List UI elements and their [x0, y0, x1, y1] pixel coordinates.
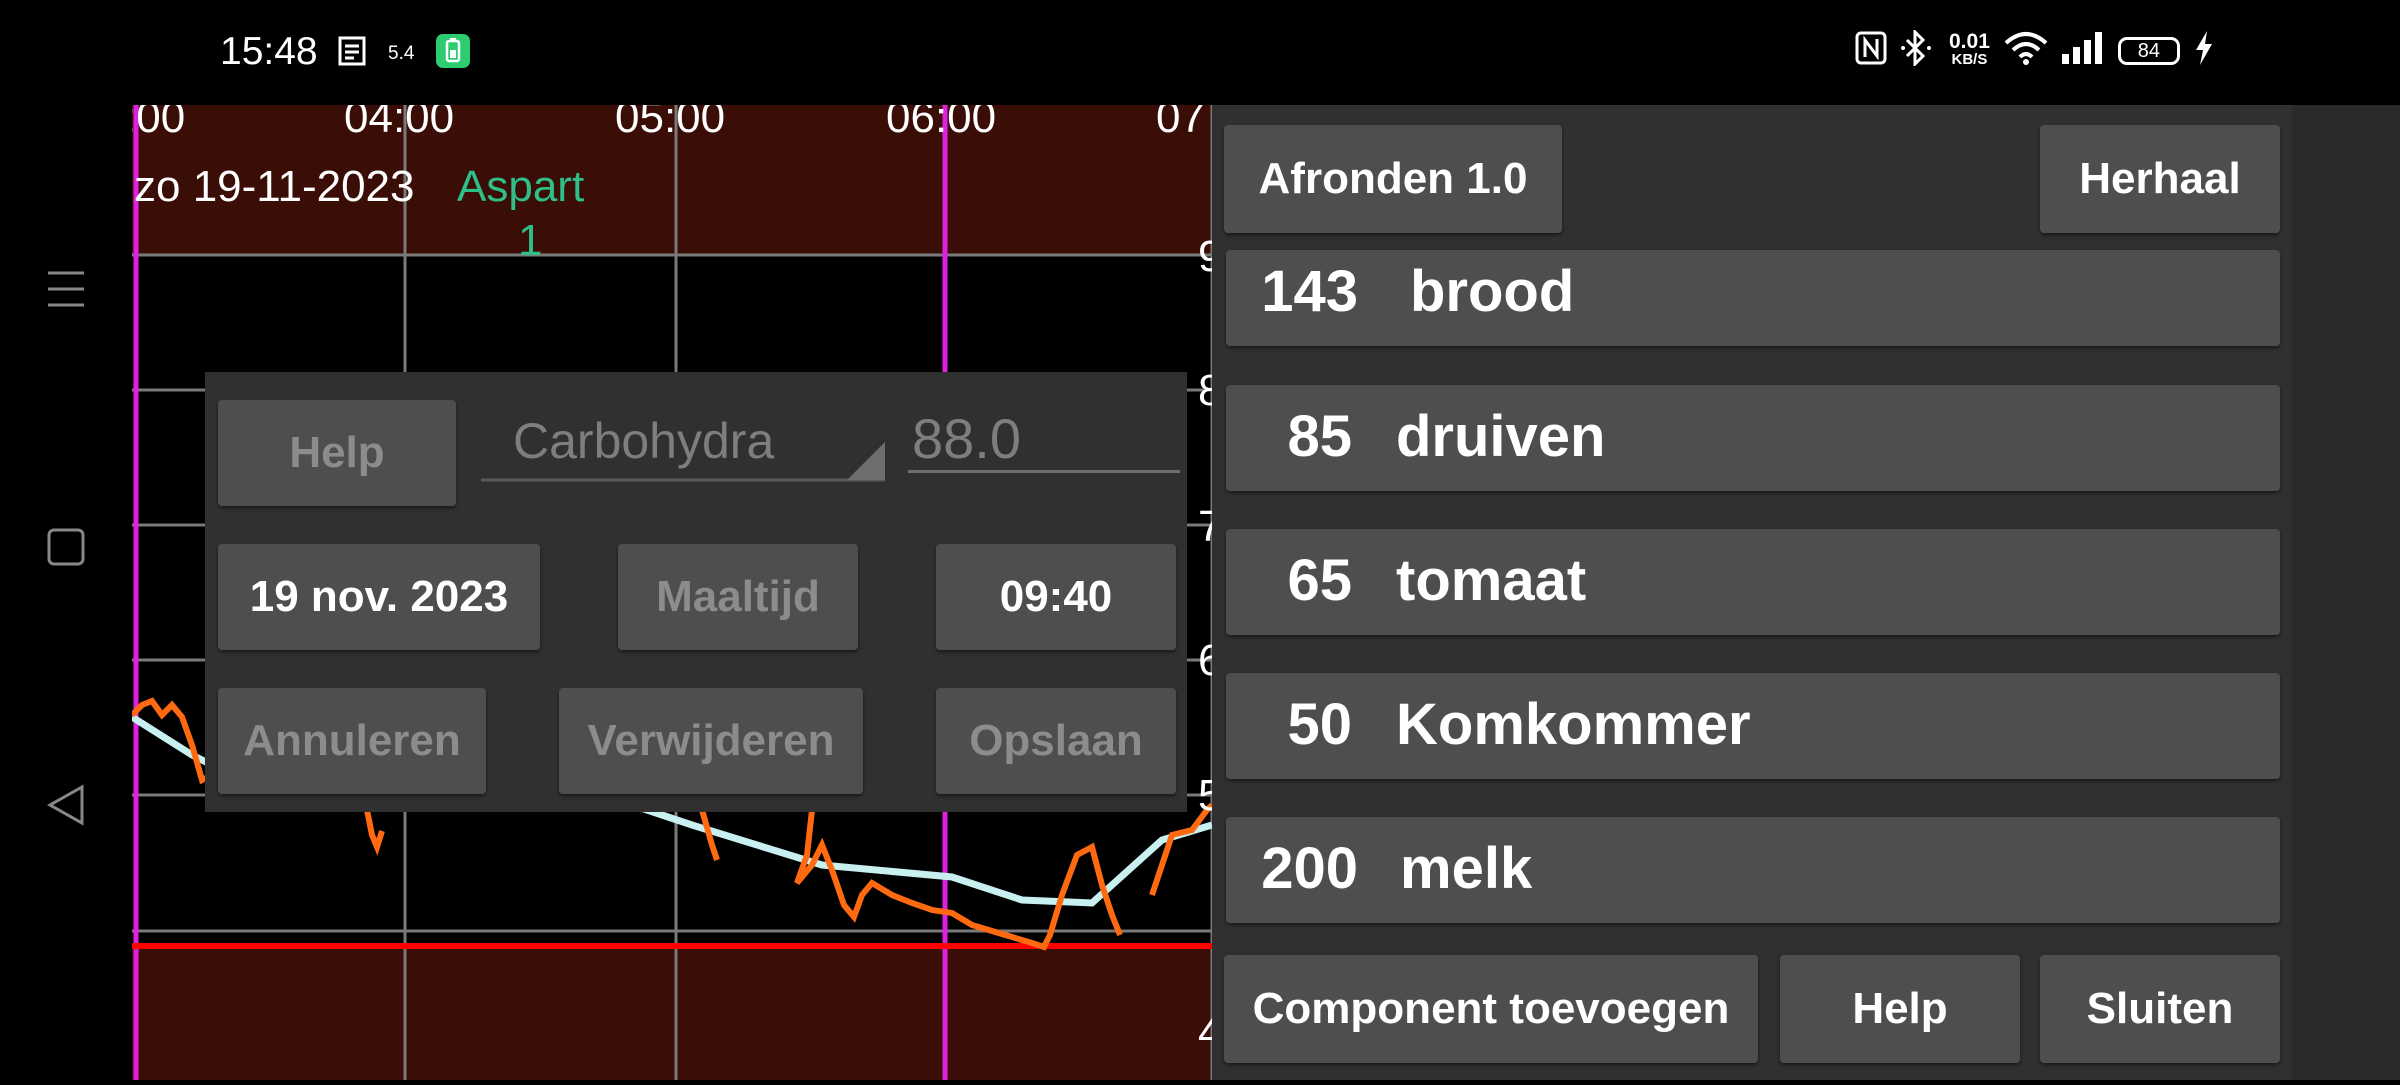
- component-item-komkommer[interactable]: 50 Komkommer: [1226, 673, 2280, 779]
- component-amount: 50: [1287, 692, 1352, 757]
- background-strip: [2292, 105, 2400, 1080]
- y-label-9: 9: [1198, 232, 1212, 281]
- cancel-button[interactable]: Annuleren: [218, 688, 486, 794]
- component-amount: 85: [1287, 404, 1352, 469]
- chart-bottom-band: [132, 946, 1212, 1080]
- component-name: melk: [1400, 836, 1533, 901]
- network-speed-small: 5.4: [388, 42, 415, 64]
- battery-saver-icon: [436, 34, 471, 73]
- time-button[interactable]: 09:40: [936, 544, 1176, 650]
- menu-icon[interactable]: [44, 269, 88, 314]
- time-label-3: 06:00: [886, 105, 996, 142]
- time-label-0: :00: [132, 105, 185, 142]
- wifi-icon: [2004, 31, 2048, 70]
- dialog-help-button[interactable]: Help: [218, 400, 456, 506]
- component-item-druiven[interactable]: 85 druiven: [1226, 385, 2280, 491]
- back-triangle-icon[interactable]: [44, 783, 88, 832]
- meal-button[interactable]: Maaltijd: [618, 544, 858, 650]
- treatment-edit-dialog: Help Carbohydra 88.0 19 nov. 2023 Maalti…: [205, 372, 1187, 812]
- add-component-button[interactable]: Component toevoegen: [1224, 955, 1758, 1063]
- clock: 15:48: [220, 30, 318, 73]
- status-left-icons: 5.4: [338, 34, 471, 73]
- bluetooth-icon: [1901, 28, 1935, 71]
- charging-icon: [2194, 31, 2214, 70]
- battery-indicator: 84: [2117, 36, 2180, 65]
- status-right-icons: 0.01 KB/S 84: [1855, 28, 2214, 71]
- signal-icon: [2061, 32, 2104, 69]
- network-speed: 0.01 KB/S: [1949, 29, 1990, 69]
- chart-date-label: zo 19-11-2023: [134, 162, 415, 211]
- component-amount: 143: [1261, 259, 1358, 324]
- amount-input-value: 88.0: [912, 407, 1021, 470]
- time-label-2: 05:00: [615, 105, 725, 142]
- y-label-7: 7: [1198, 502, 1212, 551]
- spinner-corner-icon: [481, 400, 885, 487]
- component-name: tomaat: [1396, 548, 1587, 613]
- speed-unit: KB/S: [1951, 50, 1988, 68]
- nfc-icon: [1855, 31, 1887, 70]
- y-label-5: 5: [1198, 771, 1212, 820]
- type-spinner[interactable]: Carbohydra: [481, 400, 885, 482]
- notes-icon: [338, 36, 366, 71]
- component-amount: 65: [1287, 548, 1352, 613]
- component-name: brood: [1410, 259, 1575, 324]
- meal-components-panel: Afronden 1.0 Herhaal 143 brood 85 druive…: [1212, 105, 2292, 1080]
- save-button[interactable]: Opslaan: [936, 688, 1176, 794]
- date-button[interactable]: 19 nov. 2023: [218, 544, 540, 650]
- amount-input[interactable]: 88.0: [908, 400, 1180, 473]
- component-item-brood[interactable]: 143 brood: [1226, 250, 2280, 346]
- component-name: Komkommer: [1396, 692, 1751, 757]
- event-name-label: Aspart: [457, 162, 584, 211]
- time-label-4: 07: [1156, 105, 1205, 142]
- component-name: druiven: [1396, 404, 1606, 469]
- component-item-melk[interactable]: 200 melk: [1226, 817, 2280, 923]
- time-label-1: 04:00: [344, 105, 454, 142]
- home-square-icon[interactable]: [44, 527, 88, 572]
- status-bar: 15:48 5.4 0.01 KB/S 84: [0, 0, 2400, 105]
- component-amount: 200: [1261, 836, 1358, 901]
- close-button[interactable]: Sluiten: [2040, 955, 2280, 1063]
- speed-value: 0.01: [1949, 29, 1990, 53]
- component-item-tomaat[interactable]: 65 tomaat: [1226, 529, 2280, 635]
- y-label-6: 6: [1198, 636, 1212, 685]
- y-label-4: 4: [1198, 1008, 1212, 1057]
- navigation-bar: [0, 105, 132, 1080]
- delete-button[interactable]: Verwijderen: [559, 688, 863, 794]
- panel-help-button[interactable]: Help: [1780, 955, 2020, 1063]
- y-label-8: 8: [1198, 366, 1212, 415]
- event-value-label: 1: [518, 216, 542, 265]
- round-button[interactable]: Afronden 1.0: [1224, 125, 1562, 233]
- repeat-button[interactable]: Herhaal: [2040, 125, 2280, 233]
